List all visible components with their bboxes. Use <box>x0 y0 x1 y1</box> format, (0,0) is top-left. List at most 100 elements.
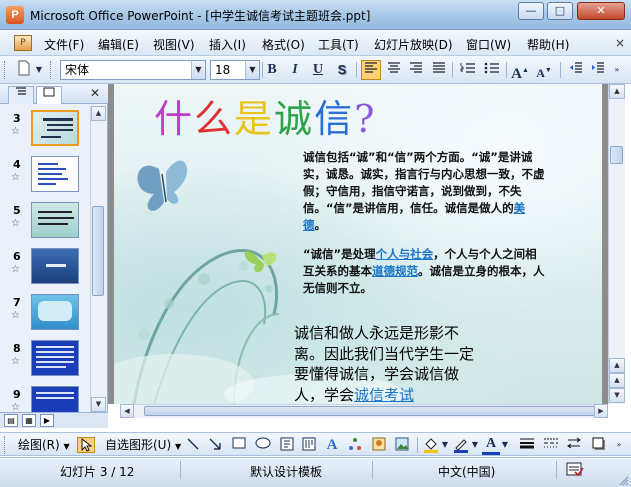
shadow-style-icon[interactable] <box>590 437 608 453</box>
document-icon[interactable]: P <box>14 35 32 51</box>
thumbnail-image[interactable] <box>31 248 79 284</box>
menu-insert[interactable]: 插入(I) <box>209 36 246 53</box>
menu-file[interactable]: 文件(F) <box>44 36 84 53</box>
decrease-indent-icon[interactable] <box>566 60 586 80</box>
new-document-icon[interactable] <box>14 60 34 80</box>
design-template-name[interactable]: 默认设计模板 <box>250 463 322 480</box>
increase-font-size-button[interactable]: A▲ <box>510 60 530 82</box>
line-icon[interactable] <box>184 437 202 453</box>
slides-tab[interactable] <box>36 86 62 104</box>
link-moral-norms[interactable]: 道德规范 <box>372 264 418 278</box>
vertical-text-box-icon[interactable] <box>300 437 318 453</box>
font-color-icon[interactable]: A <box>482 437 500 455</box>
close-pane-icon[interactable]: ✕ <box>90 86 100 100</box>
thumbnail-item[interactable]: 6 ☆ <box>0 248 88 294</box>
increase-indent-icon[interactable] <box>588 60 608 80</box>
dash-style-icon[interactable] <box>542 437 560 453</box>
thumbnail-image[interactable] <box>31 156 79 192</box>
slide-title[interactable]: 什么是诚信? <box>154 88 376 143</box>
resize-grip-icon[interactable] <box>619 475 629 486</box>
bullets-icon[interactable] <box>482 60 502 80</box>
align-left-icon[interactable] <box>361 60 381 80</box>
text-box-meaning[interactable]: “诚信”是处理个人与社会，个人与个人之间相互关系的基本道德规范。诚信是立身的根本… <box>303 246 547 297</box>
slide-canvas[interactable]: 什么是诚信? 诚信包括“诚”和“信”两个方面。“诚”是讲诚实，诚恳。诚实，指言行… <box>114 84 602 404</box>
clip-art-icon[interactable] <box>370 437 388 453</box>
scrollbar-thumb[interactable] <box>610 146 623 164</box>
scrollbar-thumb[interactable] <box>144 406 596 416</box>
select-pointer-icon[interactable] <box>77 437 95 453</box>
link-individual-society[interactable]: 个人与社会 <box>376 247 434 261</box>
chevron-down-icon[interactable]: ▼ <box>191 61 205 79</box>
autoshapes-button[interactable]: 自选图形(U) ▼ <box>105 437 181 455</box>
align-right-icon[interactable] <box>406 60 426 80</box>
thumbnail-image[interactable] <box>31 110 79 146</box>
line-style-icon[interactable] <box>518 437 536 453</box>
previous-slide-icon[interactable]: ▲ <box>609 373 625 388</box>
line-color-icon[interactable] <box>452 437 470 453</box>
horizontal-scrollbar[interactable]: ◀ ▶ <box>120 404 608 418</box>
close-document-icon[interactable]: × <box>615 36 625 50</box>
toolbar-grip[interactable] <box>4 61 7 79</box>
justify-icon[interactable] <box>429 60 449 80</box>
next-slide-icon[interactable]: ▼ <box>609 388 625 403</box>
text-box-conclusion[interactable]: 诚信和做人永远是形影不离。因此我们当代学生一定要懂得诚信，学会诚信做人，学会诚信… <box>294 323 480 404</box>
text-box-icon[interactable] <box>278 437 296 453</box>
wordart-icon[interactable]: A <box>323 437 341 453</box>
normal-view-icon[interactable]: ▤ <box>4 414 18 427</box>
oval-icon[interactable] <box>254 437 272 453</box>
italic-button[interactable]: I <box>285 60 305 80</box>
scroll-down-icon[interactable]: ▼ <box>91 397 106 412</box>
spelling-check-icon[interactable] <box>566 462 584 481</box>
scroll-up-icon[interactable]: ▲ <box>609 358 625 373</box>
arrow-style-icon[interactable] <box>566 437 584 453</box>
thumbnail-image[interactable] <box>31 202 79 238</box>
thumbnail-image[interactable] <box>31 294 79 330</box>
thumbnail-item[interactable]: 5 ☆ <box>0 202 88 248</box>
numbering-icon[interactable] <box>458 60 478 80</box>
chevron-down-icon[interactable]: ▼ <box>245 61 259 79</box>
close-icon[interactable]: ✕ <box>577 2 625 20</box>
bold-button[interactable]: B <box>262 60 282 80</box>
chevron-down-icon[interactable]: ▼ <box>470 437 480 453</box>
toolbar-grip-2[interactable] <box>50 61 53 79</box>
chevron-down-icon[interactable]: ▼ <box>440 437 450 453</box>
thumbnail-item[interactable]: 9 ☆ <box>0 386 88 412</box>
thumbnail-scrollbar[interactable]: ▲ ▼ <box>90 106 106 412</box>
insert-picture-icon[interactable] <box>393 437 411 453</box>
menu-format[interactable]: 格式(O) <box>262 36 305 53</box>
link-honest-exam[interactable]: 诚信考试 <box>354 386 414 404</box>
decrease-font-size-button[interactable]: A▼ <box>534 60 554 80</box>
font-size-select[interactable]: 18 ▼ <box>210 60 260 80</box>
scroll-left-icon[interactable]: ◀ <box>120 404 134 418</box>
outline-tab[interactable] <box>8 86 34 104</box>
slide-sorter-icon[interactable]: ▦ <box>22 414 36 427</box>
new-dropdown-icon[interactable]: ▼ <box>34 60 44 80</box>
shadow-button[interactable]: S <box>332 60 352 80</box>
fill-color-icon[interactable] <box>422 437 440 453</box>
minimize-icon[interactable]: — <box>518 2 544 20</box>
menu-window[interactable]: 窗口(W) <box>466 36 511 53</box>
scroll-right-icon[interactable]: ▶ <box>594 404 608 418</box>
menu-slideshow[interactable]: 幻灯片放映(D) <box>374 36 453 53</box>
powerpoint-icon[interactable]: P <box>6 6 24 24</box>
vertical-scrollbar[interactable]: ▲ ▲ ▲ ▼ <box>608 84 625 404</box>
thumbnail-image[interactable] <box>31 386 79 412</box>
chevron-down-icon[interactable]: ▼ <box>500 437 510 453</box>
align-center-icon[interactable] <box>384 60 404 80</box>
restore-icon[interactable]: □ <box>547 2 573 20</box>
language-indicator[interactable]: 中文(中国) <box>438 463 495 480</box>
menu-view[interactable]: 视图(V) <box>153 36 195 53</box>
toolbar-options-icon[interactable]: » <box>612 437 626 453</box>
rectangle-icon[interactable] <box>230 437 248 453</box>
thumbnail-image[interactable] <box>31 340 79 376</box>
thumbnail-item[interactable]: 4 ☆ <box>0 156 88 202</box>
arrow-icon[interactable] <box>206 437 224 453</box>
draw-menu-button[interactable]: 绘图(R) ▼ <box>18 437 70 455</box>
menu-help[interactable]: 帮助(H) <box>527 36 569 53</box>
thumbnail-item[interactable]: 8 ☆ <box>0 340 88 386</box>
menu-edit[interactable]: 编辑(E) <box>98 36 139 53</box>
diagram-icon[interactable] <box>346 437 364 453</box>
slideshow-view-icon[interactable]: ▶ <box>40 414 54 427</box>
toolbar-grip[interactable] <box>4 436 7 454</box>
thumbnail-item[interactable]: 3 ☆ <box>0 110 88 156</box>
